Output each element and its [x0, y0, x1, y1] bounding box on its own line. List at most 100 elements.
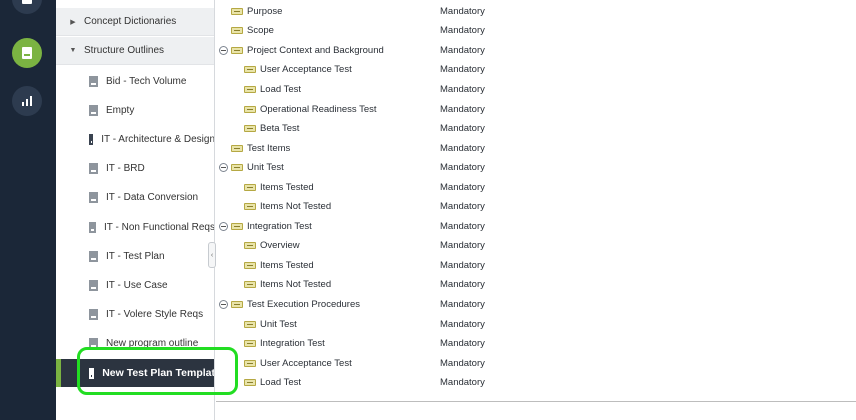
- requirement-status: Mandatory: [440, 5, 485, 17]
- requirement-status: Mandatory: [440, 44, 485, 56]
- outline-row[interactable]: Test Execution Procedures Mandatory: [216, 295, 856, 315]
- outline-row[interactable]: User Acceptance Test Mandatory: [216, 353, 856, 373]
- outline-row[interactable]: Overview Mandatory: [216, 236, 856, 256]
- section-label: Beta Test: [260, 123, 300, 135]
- outline-row[interactable]: Operational Readiness Test Mandatory: [216, 99, 856, 119]
- outline-document-icon: [89, 279, 98, 291]
- outline-document-icon: [89, 192, 98, 204]
- section-label: Load Test: [260, 377, 302, 389]
- caret-down-icon[interactable]: ▼: [69, 47, 77, 54]
- outline-row[interactable]: Project Context and Background Mandatory: [216, 41, 856, 61]
- requirement-status: Mandatory: [440, 338, 485, 350]
- outline-tree: Purpose Mandatory Scope Mandatory Project Co…: [216, 0, 856, 420]
- sidebar-item[interactable]: IT - BRD: [56, 155, 214, 183]
- section-label: Test Items: [247, 142, 291, 154]
- section-label: Unit Test: [247, 162, 284, 174]
- requirement-status: Mandatory: [440, 318, 485, 330]
- outline-document-icon: [89, 309, 98, 321]
- section-icon: [244, 183, 256, 191]
- requirement-status: Mandatory: [440, 64, 485, 76]
- sidebar-item[interactable]: IT - Data Conversion: [56, 184, 214, 212]
- sidebar-folder-label: Structure Outlines: [84, 45, 165, 56]
- sidebar-folder[interactable]: ▶ Concept Dictionaries: [56, 8, 214, 36]
- caret-right-icon[interactable]: ▶: [69, 18, 77, 26]
- section-label: Unit Test: [260, 318, 297, 330]
- section-icon: [231, 222, 243, 230]
- menu-icon[interactable]: [12, 0, 42, 14]
- section-label: Items Not Tested: [260, 201, 332, 213]
- section-label: Items Tested: [260, 181, 314, 193]
- outline-document-icon: [89, 250, 98, 262]
- outline-row[interactable]: Unit Test Mandatory: [216, 314, 856, 334]
- sidebar-folder-label: Concept Dictionaries: [84, 16, 177, 27]
- divider: [216, 401, 856, 402]
- sidebar-item[interactable]: IT - Use Case: [56, 271, 214, 299]
- collapse-toggle-icon[interactable]: [219, 45, 228, 55]
- outline-row[interactable]: User Acceptance Test Mandatory: [216, 60, 856, 80]
- section-icon: [244, 105, 256, 113]
- section-icon: [244, 203, 256, 211]
- section-icon: [231, 164, 243, 172]
- requirement-status: Mandatory: [440, 240, 485, 252]
- section-label: Operational Readiness Test: [260, 103, 377, 115]
- outline-row[interactable]: Items Tested Mandatory: [216, 256, 856, 276]
- outline-document-icon: [89, 104, 98, 116]
- outline-row[interactable]: Scope Mandatory: [216, 21, 856, 41]
- section-label: Scope: [247, 25, 274, 37]
- section-icon: [244, 125, 256, 133]
- outline-row[interactable]: Load Test Mandatory: [216, 373, 856, 393]
- requirement-status: Mandatory: [440, 123, 485, 135]
- section-icon: [244, 85, 256, 93]
- collapse-toggle-icon[interactable]: [219, 163, 228, 173]
- section-label: Project Context and Background: [247, 44, 384, 56]
- outline-row[interactable]: Items Not Tested Mandatory: [216, 275, 856, 295]
- section-label: Items Tested: [260, 259, 314, 271]
- bar-chart-icon[interactable]: [12, 86, 42, 116]
- document-icon[interactable]: [12, 38, 42, 68]
- section-label: Test Execution Procedures: [247, 299, 361, 311]
- collapse-sidebar-handle[interactable]: ‹: [208, 242, 216, 268]
- outline-row[interactable]: Items Not Tested Mandatory: [216, 197, 856, 217]
- sidebar-item[interactable]: IT - Non Functional Reqs: [56, 213, 214, 241]
- sidebar-folder[interactable]: ▼ Structure Outlines: [56, 37, 214, 65]
- section-label: Items Not Tested: [260, 279, 332, 291]
- sidebar-item[interactable]: IT - Architecture & Design: [56, 125, 214, 153]
- section-label: User Acceptance Test: [260, 357, 352, 369]
- requirement-status: Mandatory: [440, 162, 485, 174]
- section-icon: [231, 144, 243, 152]
- outline-row[interactable]: Unit Test Mandatory: [216, 158, 856, 178]
- outline-row[interactable]: Items Tested Mandatory: [216, 177, 856, 197]
- requirement-status: Mandatory: [440, 25, 485, 37]
- section-icon: [231, 27, 243, 35]
- sidebar-item-label: IT - BRD: [106, 163, 145, 175]
- app: ▶ Concept Dictionaries ▼ Structure Outlines…: [0, 0, 856, 420]
- sidebar-item-label: IT - Use Case: [106, 279, 168, 291]
- outline-document-icon: [89, 221, 97, 233]
- sidebar-item-label: IT - Data Conversion: [106, 192, 199, 204]
- section-label: Load Test: [260, 83, 302, 95]
- outline-row[interactable]: Integration Test Mandatory: [216, 334, 856, 354]
- sidebar-item[interactable]: IT - Volere Style Reqs: [56, 301, 214, 329]
- sidebar-item[interactable]: Bid - Tech Volume: [56, 67, 214, 95]
- outline-document-icon: [89, 133, 94, 145]
- section-icon: [244, 261, 256, 269]
- requirement-status: Mandatory: [440, 142, 485, 154]
- outline-document-icon: [89, 75, 98, 87]
- section-icon: [244, 281, 256, 289]
- outline-row[interactable]: Load Test Mandatory: [216, 80, 856, 100]
- sidebar-item[interactable]: Empty: [56, 96, 214, 124]
- collapse-toggle-icon[interactable]: [219, 300, 228, 310]
- sidebar-item-label: IT - Volere Style Reqs: [106, 309, 204, 321]
- section-icon: [244, 379, 256, 387]
- sidebar-item[interactable]: IT - Test Plan: [56, 242, 214, 270]
- outline-row[interactable]: Integration Test Mandatory: [216, 217, 856, 237]
- selected-accent-bar: [56, 359, 61, 387]
- requirement-status: Mandatory: [440, 181, 485, 193]
- outline-row[interactable]: Purpose Mandatory: [216, 2, 856, 22]
- outline-row[interactable]: Test Items Mandatory: [216, 138, 856, 158]
- outline-row[interactable]: Beta Test Mandatory: [216, 119, 856, 139]
- collapse-toggle-icon[interactable]: [219, 221, 228, 231]
- requirement-status: Mandatory: [440, 220, 485, 232]
- section-label: Integration Test: [247, 220, 312, 232]
- section-icon: [244, 320, 256, 328]
